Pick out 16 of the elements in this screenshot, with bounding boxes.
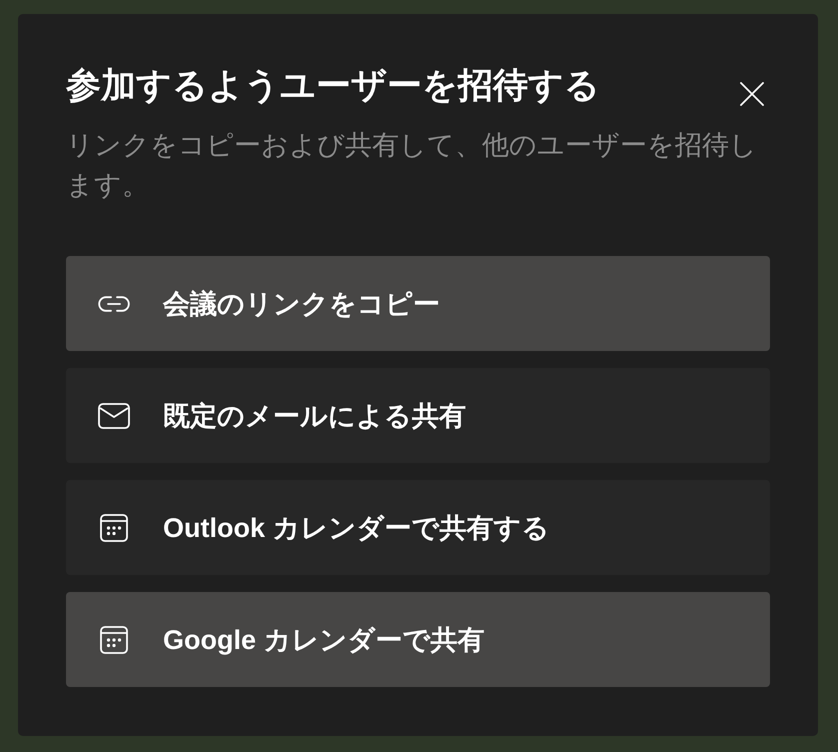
- share-option[interactable]: 既定のメールによる共有: [66, 368, 770, 463]
- share-option[interactable]: Google カレンダーで共有: [66, 592, 770, 687]
- link-icon: [98, 296, 130, 312]
- envelope-icon: [98, 402, 130, 428]
- share-option[interactable]: Outlook カレンダーで共有する: [66, 480, 770, 575]
- close-icon: [740, 82, 764, 106]
- calendar-icon: [100, 626, 128, 654]
- close-button[interactable]: [740, 82, 764, 106]
- dialog-description: リンクをコピーおよび共有して、他のユーザーを招待します。: [66, 129, 758, 202]
- option-label: Outlook カレンダーで共有する: [163, 512, 550, 544]
- option-label: Google カレンダーで共有: [163, 624, 484, 657]
- dialog-title: 参加するようユーザーを招待する: [66, 65, 600, 107]
- calendar-icon: [100, 514, 128, 542]
- option-label: 既定のメールによる共有: [163, 400, 466, 432]
- option-label: 会議のリンクをコピー: [163, 288, 440, 320]
- share-option[interactable]: 会議のリンクをコピー: [66, 256, 770, 351]
